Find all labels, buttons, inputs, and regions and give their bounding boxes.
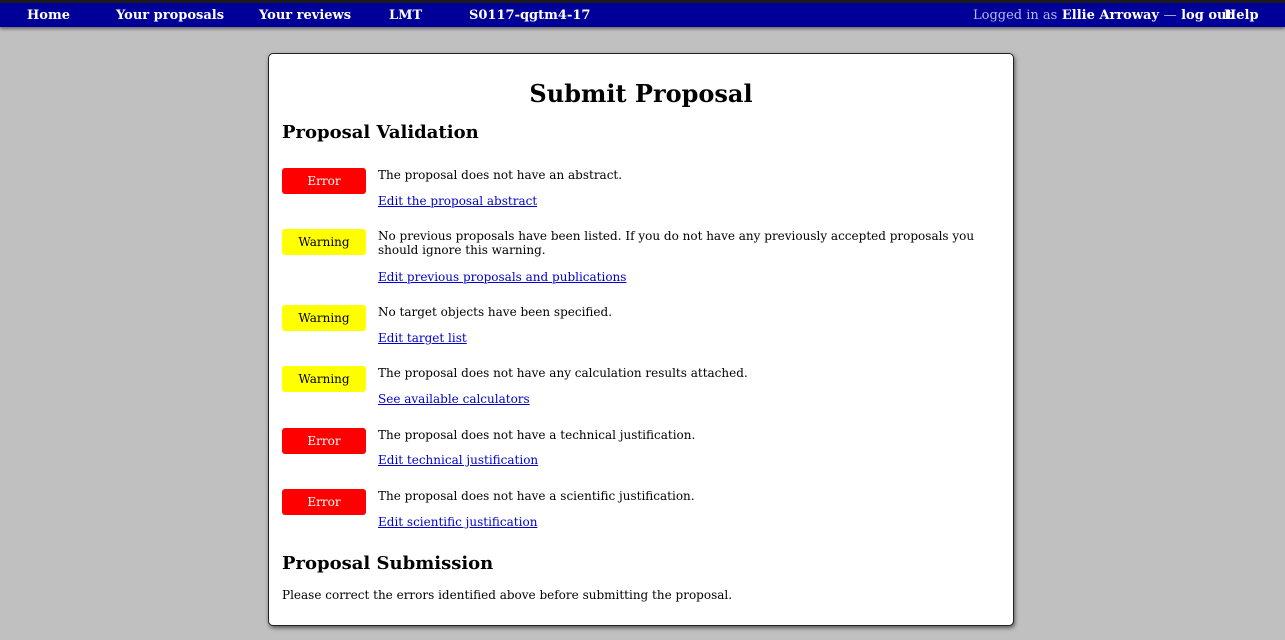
validation-heading: Proposal Validation bbox=[282, 122, 479, 143]
submission-message: Please correct the errors identified abo… bbox=[282, 588, 733, 602]
logged-in-label: Logged in as bbox=[973, 8, 1058, 23]
user-name: Ellie Arroway bbox=[1061, 8, 1160, 23]
issue-message: The proposal does not have a scientific … bbox=[378, 489, 695, 503]
page-title: Submit Proposal bbox=[529, 79, 753, 108]
submit-proposal-panel: Submit Proposal Proposal Validation Erro… bbox=[268, 53, 1014, 626]
login-separator: — bbox=[1163, 8, 1177, 23]
issue-message: The proposal does not have an abstract. bbox=[378, 168, 623, 182]
nav-your-proposals-link[interactable]: Your proposals bbox=[116, 8, 224, 23]
login-status: Logged in as Ellie Arroway — log out bbox=[973, 8, 1232, 23]
issue-message: No target objects have been specified. bbox=[378, 305, 613, 319]
nav-facility-link[interactable]: LMT bbox=[389, 8, 422, 23]
edit-scientific-justification-link[interactable]: Edit scientific justification bbox=[378, 515, 537, 529]
issue-message: The proposal does not have any calculati… bbox=[378, 366, 748, 380]
nav-your-reviews-link[interactable]: Your reviews bbox=[259, 8, 351, 23]
edit-technical-justification-link[interactable]: Edit technical justification bbox=[378, 453, 538, 467]
edit-previous-proposals-link[interactable]: Edit previous proposals and publications bbox=[378, 270, 626, 284]
see-calculators-link[interactable]: See available calculators bbox=[378, 392, 530, 406]
top-navigation-bar: Home Your proposals Your reviews LMT S01… bbox=[0, 0, 1285, 27]
edit-abstract-link[interactable]: Edit the proposal abstract bbox=[378, 194, 537, 208]
error-badge: Error bbox=[282, 168, 366, 194]
nav-home-link[interactable]: Home bbox=[27, 8, 70, 23]
warning-badge: Warning bbox=[282, 305, 366, 331]
warning-badge: Warning bbox=[282, 229, 366, 255]
nav-proposal-code-link[interactable]: S0117-qgtm4-17 bbox=[469, 8, 590, 23]
issue-message: No previous proposals have been listed. … bbox=[378, 229, 975, 257]
submission-heading: Proposal Submission bbox=[282, 553, 494, 574]
warning-badge: Warning bbox=[282, 366, 366, 392]
issue-message: The proposal does not have a technical j… bbox=[378, 428, 696, 442]
edit-target-list-link[interactable]: Edit target list bbox=[378, 331, 467, 345]
error-badge: Error bbox=[282, 489, 366, 515]
nav-help-link[interactable]: Help bbox=[1224, 8, 1259, 23]
error-badge: Error bbox=[282, 428, 366, 454]
